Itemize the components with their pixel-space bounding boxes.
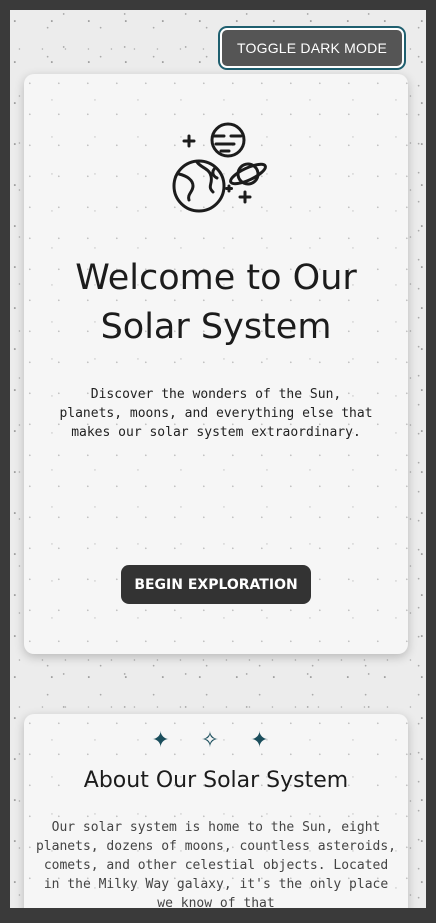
- about-title: About Our Solar System: [83, 768, 349, 793]
- about-card: ✦ ✧ ✦ About Our Solar System Our solar s…: [24, 714, 408, 908]
- star-icon: ✦: [151, 728, 182, 753]
- hero-card: Welcome to Our Solar System Discover the…: [24, 74, 408, 654]
- star-icon: ✦: [250, 728, 281, 753]
- stars-decoration: ✦ ✧ ✦: [24, 728, 408, 753]
- toggle-dark-mode-button[interactable]: TOGGLE DARK MODE: [220, 28, 404, 68]
- about-body-text: Our solar system is home to the Sun, eig…: [35, 820, 397, 908]
- star-outline-icon: ✧: [200, 728, 232, 753]
- planets-illustration-icon: [169, 122, 269, 214]
- page-viewport: TOGGLE DARK MODE Welcome to Our Solar Sy…: [10, 10, 426, 908]
- hero-description: Discover the wonders of the Sun, planets…: [59, 387, 373, 440]
- hero-title: Welcome to Our Solar System: [75, 258, 357, 347]
- begin-exploration-button[interactable]: BEGIN EXPLORATION: [121, 565, 311, 604]
